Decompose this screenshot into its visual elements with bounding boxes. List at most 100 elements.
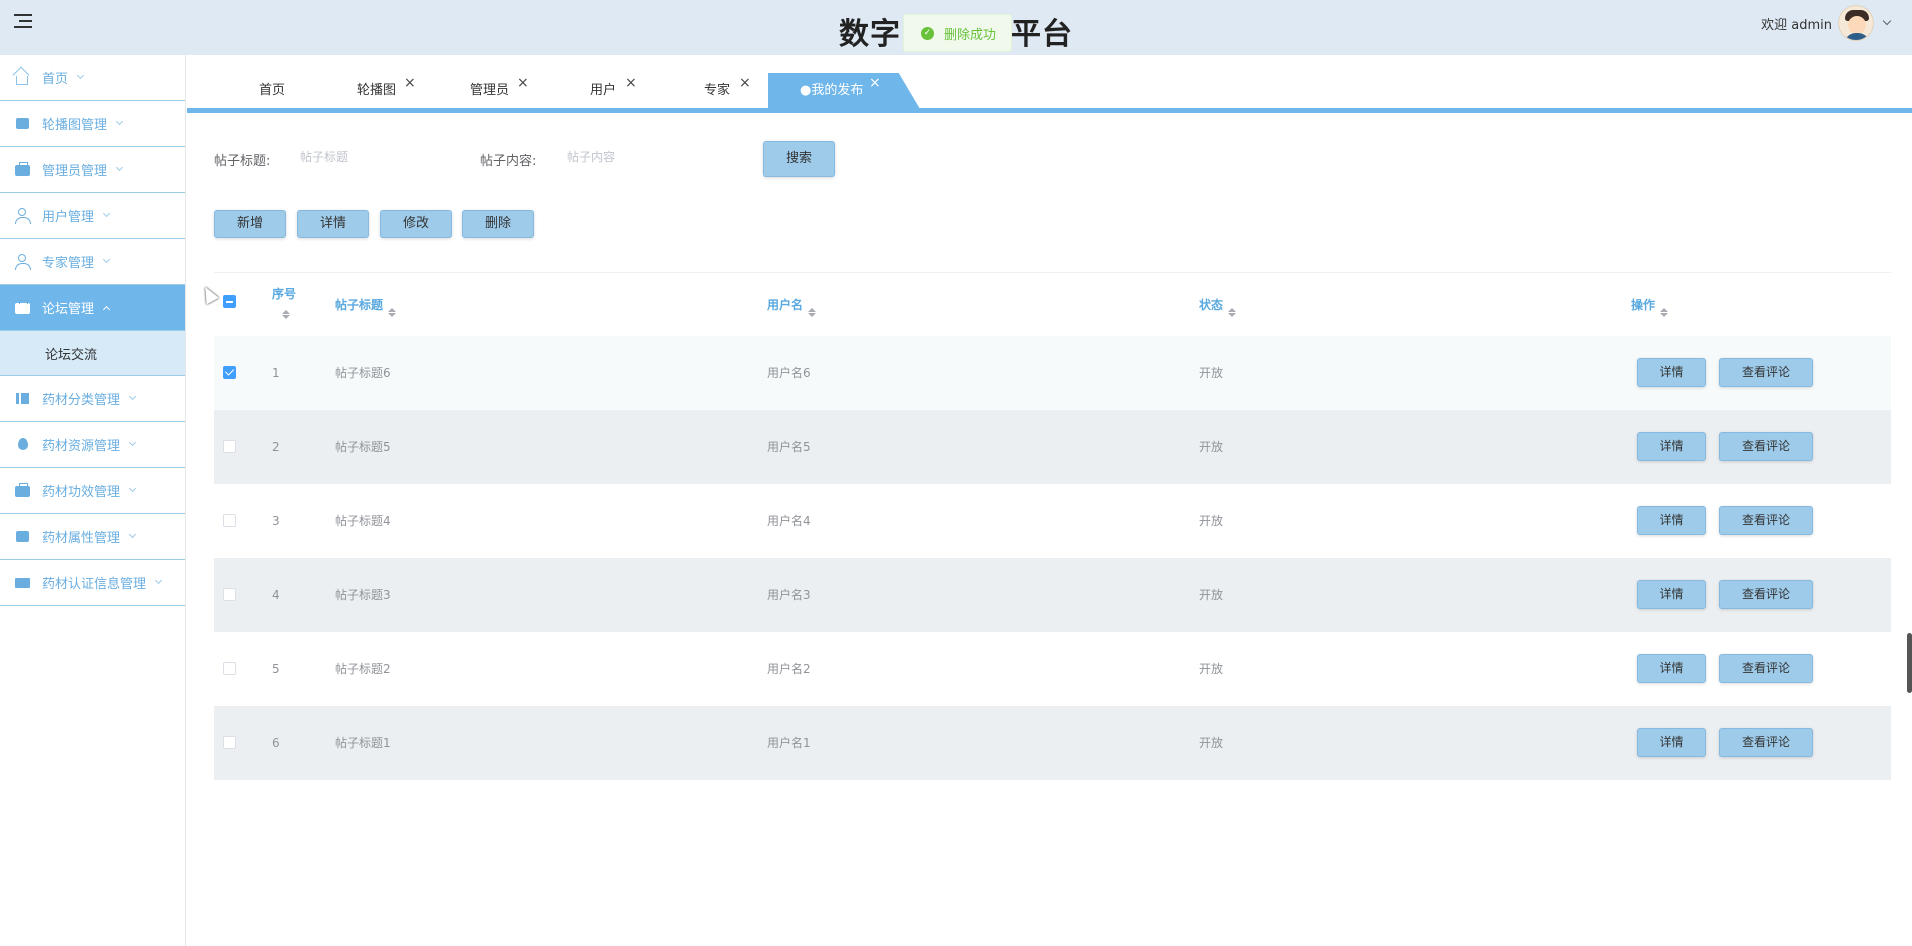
- carousel-icon: [15, 116, 30, 131]
- close-icon[interactable]: ×: [739, 65, 751, 102]
- archive-icon: [15, 483, 30, 498]
- sidebar-item-herb-attribute[interactable]: 药材属性管理: [0, 514, 185, 560]
- table-row[interactable]: 5 帖子标题2 用户名2 开放 详情 查看评论: [214, 632, 1891, 706]
- column-header-index[interactable]: 序号: [272, 285, 296, 302]
- close-icon[interactable]: ×: [625, 65, 637, 102]
- cell-username: 用户名6: [767, 366, 811, 380]
- cell-status: 开放: [1199, 662, 1224, 676]
- user-dropdown[interactable]: 欢迎 admin: [1761, 4, 1892, 42]
- row-checkbox[interactable]: [223, 662, 236, 675]
- post-content-input[interactable]: [567, 142, 717, 172]
- post-title-label: 帖子标题:: [214, 154, 271, 169]
- home-icon: [15, 70, 30, 85]
- tab-carousel[interactable]: 轮播图 ×: [357, 72, 416, 109]
- row-detail-button[interactable]: 详情: [1637, 506, 1706, 535]
- tab-my-posts[interactable]: ●我的发布 ×: [768, 73, 920, 109]
- sidebar-item-carousel[interactable]: 轮播图管理: [0, 101, 185, 147]
- close-icon[interactable]: ×: [404, 65, 416, 102]
- check-circle-icon: ✓: [921, 26, 934, 40]
- sidebar-item-users[interactable]: 用户管理: [0, 193, 185, 239]
- cell-post-title: 帖子标题3: [335, 588, 391, 602]
- sidebar-item-experts[interactable]: 专家管理: [0, 239, 185, 285]
- sidebar-item-herb-efficacy[interactable]: 药材功效管理: [0, 468, 185, 514]
- certificate-icon: [15, 575, 30, 590]
- row-view-comments-button[interactable]: 查看评论: [1719, 728, 1813, 757]
- row-detail-button[interactable]: 详情: [1637, 728, 1706, 757]
- sidebar-item-home[interactable]: 首页: [0, 55, 185, 101]
- select-all-checkbox[interactable]: [223, 295, 236, 308]
- detail-button[interactable]: 详情: [297, 210, 369, 238]
- avatar[interactable]: [1838, 5, 1874, 41]
- row-view-comments-button[interactable]: 查看评论: [1719, 506, 1813, 535]
- row-detail-button[interactable]: 详情: [1637, 358, 1706, 387]
- row-detail-button[interactable]: 详情: [1637, 432, 1706, 461]
- sidebar-item-herb-resource[interactable]: 药材资源管理: [0, 422, 185, 468]
- row-checkbox[interactable]: [223, 440, 236, 453]
- column-header-status[interactable]: 状态: [1199, 296, 1237, 317]
- tab-experts[interactable]: 专家 ×: [704, 72, 751, 109]
- edit-button[interactable]: 修改: [380, 210, 452, 238]
- row-view-comments-button[interactable]: 查看评论: [1719, 358, 1813, 387]
- row-checkbox[interactable]: [223, 736, 236, 749]
- row-view-comments-button[interactable]: 查看评论: [1719, 580, 1813, 609]
- table-row[interactable]: 4 帖子标题3 用户名3 开放 详情 查看评论: [214, 558, 1891, 632]
- cell-username: 用户名5: [767, 440, 811, 454]
- chevron-down-icon[interactable]: [1882, 16, 1892, 26]
- tab-admins[interactable]: 管理员 ×: [470, 72, 529, 109]
- success-toast: ✓ 删除成功: [903, 14, 1012, 52]
- table-row[interactable]: 1 帖子标题6 用户名6 开放 详情 查看评论: [214, 336, 1891, 410]
- post-content-label: 帖子内容:: [480, 154, 537, 169]
- welcome-text: 欢迎 admin: [1761, 17, 1832, 33]
- cell-username: 用户名2: [767, 662, 811, 676]
- column-header-username[interactable]: 用户名: [767, 296, 817, 317]
- cell-status: 开放: [1199, 514, 1224, 528]
- cell-index: 6: [272, 736, 280, 750]
- post-title-input[interactable]: [300, 142, 450, 172]
- row-detail-button[interactable]: 详情: [1637, 580, 1706, 609]
- cell-status: 开放: [1199, 588, 1224, 602]
- posts-table: 序号 帖子标题 用户名 状态 操作 1 帖子标题6 用户名6 开放 详情 查看评论 2 帖子标…: [214, 272, 1891, 780]
- cell-index: 5: [272, 662, 280, 676]
- tab-underline: [187, 108, 1912, 113]
- attribute-icon: [15, 529, 30, 544]
- table-row[interactable]: 2 帖子标题5 用户名5 开放 详情 查看评论: [214, 410, 1891, 484]
- tab-home[interactable]: 首页: [259, 72, 285, 109]
- cell-username: 用户名3: [767, 588, 811, 602]
- top-header: 数字 平台 ✓ 删除成功 欢迎 admin: [0, 0, 1912, 55]
- sidebar-item-admins[interactable]: 管理员管理: [0, 147, 185, 193]
- app-title-left: 数字: [839, 17, 901, 52]
- row-view-comments-button[interactable]: 查看评论: [1719, 432, 1813, 461]
- row-view-comments-button[interactable]: 查看评论: [1719, 654, 1813, 683]
- row-checkbox[interactable]: [223, 514, 236, 527]
- row-checkbox[interactable]: [223, 588, 236, 601]
- search-button[interactable]: 搜索: [763, 141, 835, 177]
- close-icon[interactable]: ×: [517, 65, 529, 102]
- row-detail-button[interactable]: 详情: [1637, 654, 1706, 683]
- cell-post-title: 帖子标题1: [335, 736, 391, 750]
- scrollbar-thumb[interactable]: [1907, 633, 1912, 693]
- cell-index: 3: [272, 514, 280, 528]
- sidebar-item-herb-certificate[interactable]: 药材认证信息管理: [0, 560, 185, 606]
- cell-status: 开放: [1199, 440, 1224, 454]
- cell-post-title: 帖子标题2: [335, 662, 391, 676]
- row-checkbox[interactable]: [223, 366, 236, 379]
- drop-icon: [15, 437, 30, 452]
- tab-bar: 首页 轮播图 × 管理员 × 用户 × 专家 ×: [187, 55, 1912, 112]
- sidebar-subitem-forum-exchange[interactable]: 论坛交流: [0, 331, 185, 376]
- add-button[interactable]: 新增: [214, 210, 286, 238]
- sidebar-item-herb-category[interactable]: 药材分类管理: [0, 376, 185, 422]
- expert-icon: [15, 254, 31, 270]
- tab-users[interactable]: 用户 ×: [590, 72, 637, 109]
- delete-button[interactable]: 删除: [462, 210, 534, 238]
- column-header-title[interactable]: 帖子标题: [335, 296, 397, 317]
- cell-post-title: 帖子标题6: [335, 366, 391, 380]
- table-row[interactable]: 3 帖子标题4 用户名4 开放 详情 查看评论: [214, 484, 1891, 558]
- column-header-actions[interactable]: 操作: [1631, 296, 1669, 317]
- forum-icon: [15, 300, 30, 315]
- cell-post-title: 帖子标题5: [335, 440, 391, 454]
- cell-username: 用户名4: [767, 514, 811, 528]
- sidebar-item-forum[interactable]: 论坛管理: [0, 285, 185, 331]
- table-row[interactable]: 6 帖子标题1 用户名1 开放 详情 查看评论: [214, 706, 1891, 780]
- sidebar: 首页 轮播图管理 管理员管理 用户管理 专家管理 论坛管理 论坛交流 药材分类管…: [0, 55, 186, 946]
- category-icon: [15, 391, 30, 406]
